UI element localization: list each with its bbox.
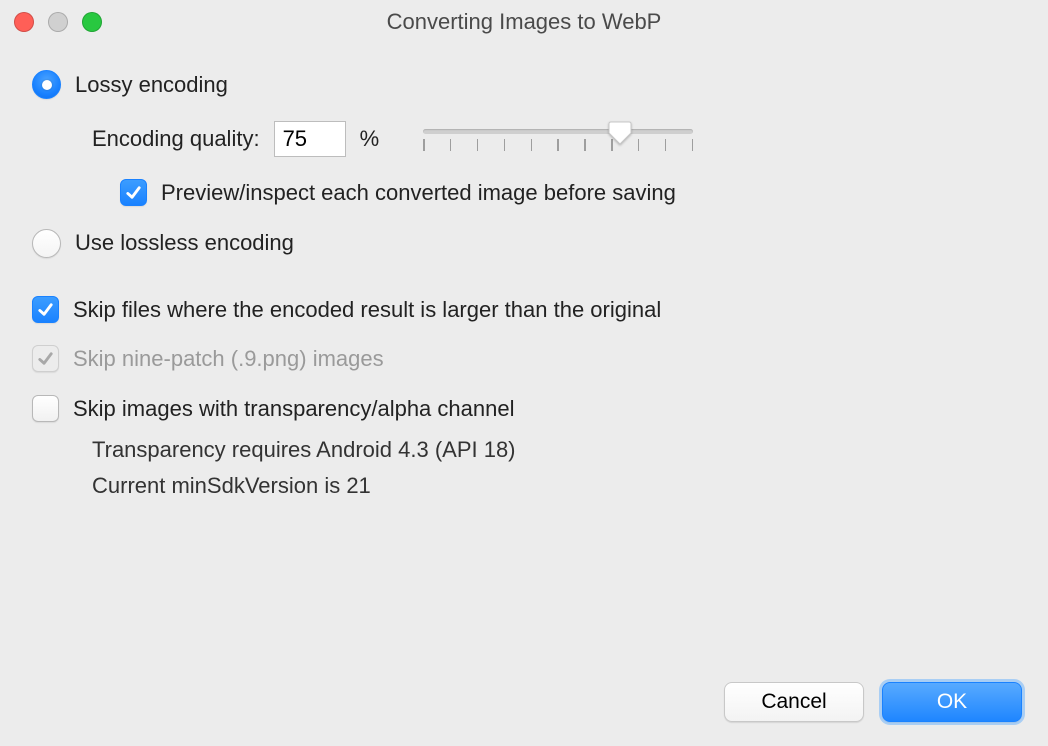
- radio-lossless[interactable]: [32, 229, 61, 258]
- quality-unit: %: [360, 125, 380, 153]
- checkbox-preview[interactable]: [120, 179, 147, 206]
- preview-row[interactable]: Preview/inspect each converted image bef…: [32, 179, 1016, 207]
- checkbox-skip-alpha-label: Skip images with transparency/alpha chan…: [73, 395, 514, 423]
- checkbox-skip-ninepatch-label: Skip nine-patch (.9.png) images: [73, 345, 384, 373]
- quality-input[interactable]: [274, 121, 346, 157]
- note-line-1: Transparency requires Android 4.3 (API 1…: [92, 432, 1016, 468]
- cancel-button[interactable]: Cancel: [724, 682, 864, 722]
- skip-alpha-row[interactable]: Skip images with transparency/alpha chan…: [32, 395, 1016, 423]
- checkbox-skip-larger-label: Skip files where the encoded result is l…: [73, 296, 661, 324]
- checkbox-skip-larger[interactable]: [32, 296, 59, 323]
- quality-label: Encoding quality:: [92, 125, 260, 153]
- titlebar: Converting Images to WebP: [0, 0, 1048, 44]
- close-icon[interactable]: [14, 12, 34, 32]
- checkbox-preview-label: Preview/inspect each converted image bef…: [161, 179, 676, 207]
- quality-row: Encoding quality: %: [32, 121, 1016, 157]
- slider-thumb-icon[interactable]: [607, 119, 633, 145]
- quality-slider[interactable]: [423, 121, 693, 157]
- window-title: Converting Images to WebP: [0, 9, 1048, 35]
- radio-row-lossy[interactable]: Lossy encoding: [32, 70, 1016, 99]
- minimize-icon[interactable]: [48, 12, 68, 32]
- check-icon: [124, 183, 143, 202]
- note-line-2: Current minSdkVersion is 21: [92, 468, 1016, 504]
- slider-ticks: [423, 139, 693, 151]
- check-icon: [36, 349, 55, 368]
- transparency-notes: Transparency requires Android 4.3 (API 1…: [32, 432, 1016, 505]
- dialog-footer: Cancel OK: [724, 682, 1022, 722]
- check-icon: [36, 300, 55, 319]
- dialog-body: Lossy encoding Encoding quality: % Previ…: [0, 44, 1048, 505]
- radio-lossy[interactable]: [32, 70, 61, 99]
- skip-ninepatch-row: Skip nine-patch (.9.png) images: [32, 345, 1016, 373]
- radio-lossless-label: Use lossless encoding: [75, 229, 294, 257]
- checkbox-skip-ninepatch: [32, 345, 59, 372]
- skip-larger-row[interactable]: Skip files where the encoded result is l…: [32, 296, 1016, 324]
- radio-row-lossless[interactable]: Use lossless encoding: [32, 229, 1016, 258]
- radio-lossy-label: Lossy encoding: [75, 71, 228, 99]
- slider-track: [423, 129, 693, 134]
- zoom-icon[interactable]: [82, 12, 102, 32]
- traffic-lights: [14, 12, 102, 32]
- checkbox-skip-alpha[interactable]: [32, 395, 59, 422]
- ok-button[interactable]: OK: [882, 682, 1022, 722]
